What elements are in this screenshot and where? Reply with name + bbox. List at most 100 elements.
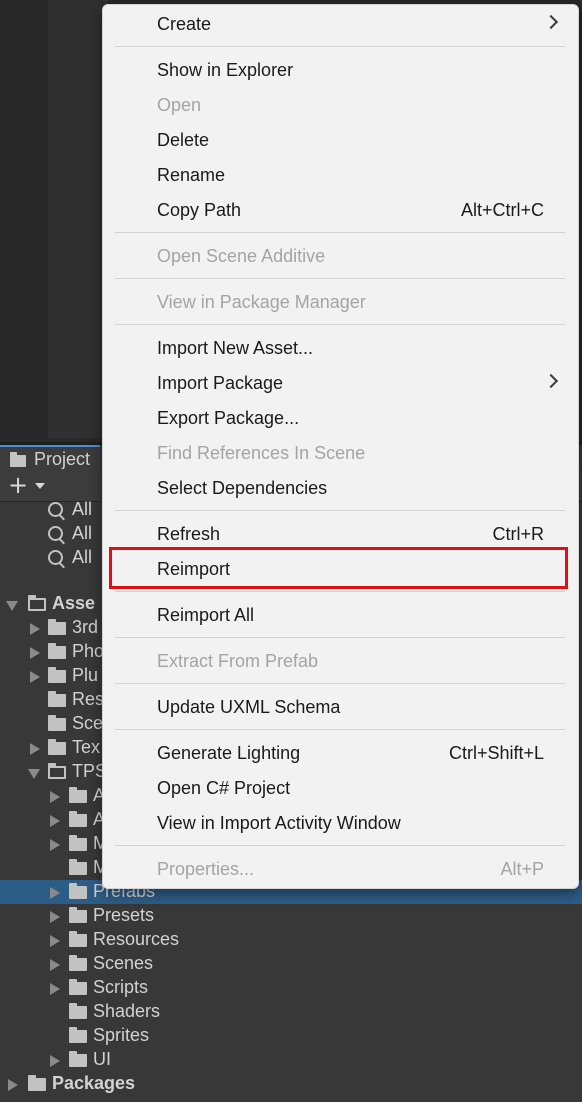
menu-item-extract-from-prefab[interactable]: Extract From Prefab bbox=[103, 646, 578, 678]
menu-item-copy-path[interactable]: Copy Path Alt+Ctrl+C bbox=[103, 195, 578, 227]
menu-item-label: Properties... bbox=[157, 859, 255, 879]
menu-item-select-dependencies[interactable]: Select Dependencies bbox=[103, 473, 578, 505]
menu-item-label: Open bbox=[157, 95, 202, 115]
context-menu: Create Show in Explorer Open Delete Rena… bbox=[102, 4, 579, 889]
menu-item-label: View in Import Activity Window bbox=[157, 813, 401, 833]
menu-item-open-scene-additive[interactable]: Open Scene Additive bbox=[103, 241, 578, 273]
menu-separator bbox=[115, 510, 565, 511]
menu-item-shortcut: Ctrl+Shift+L bbox=[448, 743, 544, 763]
add-asset-button[interactable]: + bbox=[8, 473, 48, 497]
editor-side-strip bbox=[48, 0, 108, 438]
tree-item[interactable]: UI bbox=[0, 1048, 582, 1072]
tree-label: Resources bbox=[93, 929, 180, 949]
menu-item-label: Rename bbox=[157, 165, 226, 185]
tree-label: Shaders bbox=[93, 1001, 161, 1021]
expand-arrow-icon[interactable] bbox=[28, 769, 40, 779]
chevron-right-icon bbox=[543, 14, 559, 30]
menu-item-show-in-explorer[interactable]: Show in Explorer bbox=[103, 55, 578, 87]
menu-item-generate-lighting[interactable]: Generate Lighting Ctrl+Shift+L bbox=[103, 738, 578, 770]
menu-item-view-in-import-activity-window[interactable]: View in Import Activity Window bbox=[103, 808, 578, 840]
folder-icon bbox=[69, 787, 87, 803]
menu-separator bbox=[115, 683, 565, 684]
expand-arrow-icon[interactable] bbox=[50, 935, 60, 947]
menu-item-open[interactable]: Open bbox=[103, 90, 578, 122]
tree-label: Presets bbox=[93, 905, 155, 925]
tree-label: Asse bbox=[52, 593, 96, 613]
menu-item-find-references-in-scene[interactable]: Find References In Scene bbox=[103, 438, 578, 470]
menu-separator bbox=[115, 232, 565, 233]
tree-item-packages[interactable]: Packages bbox=[0, 1072, 582, 1096]
expand-arrow-icon[interactable] bbox=[30, 671, 40, 683]
menu-item-label: View in Package Manager bbox=[157, 292, 366, 312]
menu-item-label: Copy Path bbox=[157, 200, 242, 220]
tree-label: Sprites bbox=[93, 1025, 150, 1045]
favorite-label: All bbox=[72, 499, 93, 519]
folder-icon bbox=[48, 619, 66, 635]
menu-item-rename[interactable]: Rename bbox=[103, 160, 578, 192]
tree-label: Plu bbox=[72, 665, 99, 685]
chevron-right-icon bbox=[543, 373, 559, 389]
tree-label: Pho bbox=[72, 641, 105, 661]
tree-label: Packages bbox=[52, 1073, 136, 1093]
menu-item-reimport-all[interactable]: Reimport All bbox=[103, 600, 578, 632]
menu-item-shortcut: Alt+P bbox=[500, 859, 544, 879]
tree-item[interactable]: Scripts bbox=[0, 976, 582, 1000]
expand-arrow-icon[interactable] bbox=[50, 839, 60, 851]
expand-arrow-icon[interactable] bbox=[50, 887, 60, 899]
plus-icon: + bbox=[8, 471, 29, 499]
tree-label: Sce bbox=[72, 713, 104, 733]
menu-item-view-in-package-manager[interactable]: View in Package Manager bbox=[103, 287, 578, 319]
folder-icon bbox=[69, 1051, 87, 1067]
favorite-label: All bbox=[72, 523, 93, 543]
expand-arrow-icon[interactable] bbox=[30, 647, 40, 659]
tree-item[interactable]: Resources bbox=[0, 928, 582, 952]
tree-item[interactable]: Sprites bbox=[0, 1024, 582, 1048]
menu-separator bbox=[115, 46, 565, 47]
menu-item-properties[interactable]: Properties... Alt+P bbox=[103, 854, 578, 886]
expand-arrow-icon[interactable] bbox=[30, 743, 40, 755]
tree-item[interactable]: Presets bbox=[0, 904, 582, 928]
menu-item-label: Delete bbox=[157, 130, 210, 150]
menu-item-delete[interactable]: Delete bbox=[103, 125, 578, 157]
tree-label: Scenes bbox=[93, 953, 154, 973]
chevron-down-icon bbox=[35, 483, 45, 489]
menu-item-label: Update UXML Schema bbox=[157, 697, 341, 717]
folder-icon bbox=[69, 979, 87, 995]
expand-arrow-icon[interactable] bbox=[50, 911, 60, 923]
folder-icon bbox=[69, 931, 87, 947]
menu-item-export-package[interactable]: Export Package... bbox=[103, 403, 578, 435]
expand-arrow-icon[interactable] bbox=[50, 815, 60, 827]
menu-item-create[interactable]: Create bbox=[103, 9, 578, 41]
menu-item-import-package[interactable]: Import Package bbox=[103, 368, 578, 400]
folder-icon bbox=[69, 1027, 87, 1043]
expand-arrow-icon[interactable] bbox=[50, 791, 60, 803]
menu-item-import-new-asset[interactable]: Import New Asset... bbox=[103, 333, 578, 365]
menu-item-label: Generate Lighting bbox=[157, 743, 301, 763]
expand-arrow-icon[interactable] bbox=[6, 601, 18, 611]
expand-arrow-icon[interactable] bbox=[30, 623, 40, 635]
folder-icon bbox=[69, 907, 87, 923]
tab-project[interactable]: Project bbox=[0, 445, 100, 471]
menu-item-update-uxml-schema[interactable]: Update UXML Schema bbox=[103, 692, 578, 724]
expand-arrow-icon[interactable] bbox=[8, 1079, 18, 1091]
expand-arrow-icon[interactable] bbox=[50, 1055, 60, 1067]
folder-icon bbox=[48, 643, 66, 659]
menu-item-label: Reimport All bbox=[157, 605, 255, 625]
tree-item[interactable]: Scenes bbox=[0, 952, 582, 976]
expand-arrow-icon[interactable] bbox=[50, 959, 60, 971]
menu-item-label: Show in Explorer bbox=[157, 60, 294, 80]
menu-separator bbox=[115, 591, 565, 592]
highlight-box bbox=[109, 547, 568, 589]
folder-icon bbox=[48, 715, 66, 731]
menu-separator bbox=[115, 278, 565, 279]
favorite-label: All bbox=[72, 547, 93, 567]
tree-label: 3rd bbox=[72, 617, 99, 637]
menu-item-label: Open C# Project bbox=[157, 778, 291, 798]
menu-item-open-csharp-project[interactable]: Open C# Project bbox=[103, 773, 578, 805]
expand-arrow-icon[interactable] bbox=[50, 983, 60, 995]
folder-icon bbox=[69, 811, 87, 827]
tree-item[interactable]: Shaders bbox=[0, 1000, 582, 1024]
folder-icon bbox=[48, 739, 66, 755]
tree-label: Res bbox=[72, 689, 105, 709]
folder-icon bbox=[48, 691, 66, 707]
